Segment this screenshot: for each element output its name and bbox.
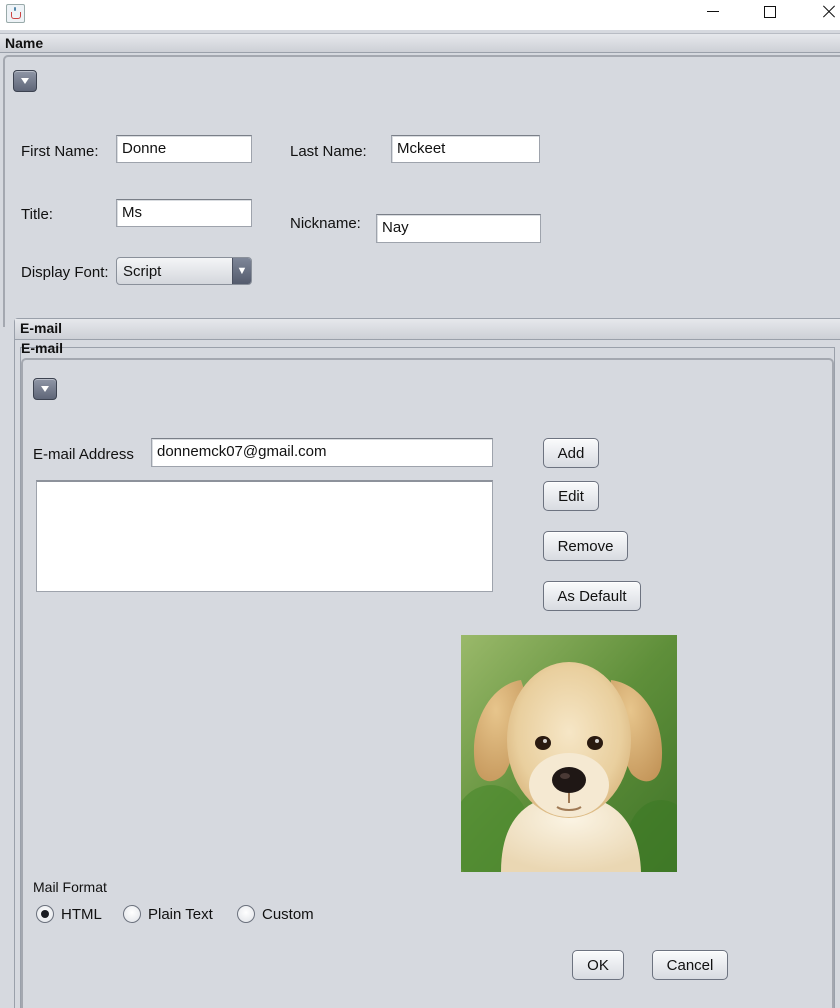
name-collapse-icon[interactable]: [13, 70, 37, 92]
email-address-label: E-mail Address: [33, 446, 134, 463]
mail-format-label: Mail Format: [33, 879, 107, 895]
email-collapse-icon[interactable]: [33, 378, 57, 400]
close-icon[interactable]: [818, 0, 840, 24]
radio-html[interactable]: [36, 905, 54, 923]
remove-button[interactable]: Remove: [543, 531, 628, 561]
add-button[interactable]: Add: [543, 438, 599, 468]
email-outer-header: E-mail: [15, 319, 840, 340]
nickname-label: Nickname:: [290, 215, 361, 232]
email-list[interactable]: [36, 480, 493, 592]
nickname-field[interactable]: Nay: [376, 214, 541, 243]
display-font-label: Display Font:: [21, 264, 109, 281]
display-font-value: Script: [123, 263, 162, 280]
first-name-label: First Name:: [21, 143, 99, 160]
window-title-bar: [0, 0, 840, 30]
ok-button[interactable]: OK: [572, 950, 624, 980]
radio-custom[interactable]: [237, 905, 255, 923]
radio-custom-label[interactable]: Custom: [262, 906, 314, 923]
name-panel: [3, 55, 840, 327]
maximize-icon[interactable]: [764, 6, 776, 18]
title-field[interactable]: Ms: [116, 199, 252, 227]
last-name-label: Last Name:: [290, 143, 367, 160]
radio-plain-text[interactable]: [123, 905, 141, 923]
as-default-button[interactable]: As Default: [543, 581, 641, 611]
minimize-icon[interactable]: [707, 11, 719, 12]
cancel-button[interactable]: Cancel: [652, 950, 728, 980]
title-label: Title:: [21, 206, 53, 223]
display-font-select[interactable]: Script ▼: [116, 257, 252, 285]
java-cup-icon: [6, 4, 25, 23]
first-name-field[interactable]: Donne: [116, 135, 252, 163]
last-name-field[interactable]: Mckeet: [391, 135, 540, 163]
name-section-header: Name: [0, 33, 840, 53]
puppy-photo: [461, 635, 677, 872]
email-inner-header: E-mail: [21, 340, 64, 356]
email-address-field[interactable]: donnemck07@gmail.com: [151, 438, 493, 467]
radio-plain-text-label[interactable]: Plain Text: [148, 906, 213, 923]
radio-html-label[interactable]: HTML: [61, 906, 102, 923]
chevron-down-icon[interactable]: ▼: [232, 258, 251, 284]
edit-button[interactable]: Edit: [543, 481, 599, 511]
